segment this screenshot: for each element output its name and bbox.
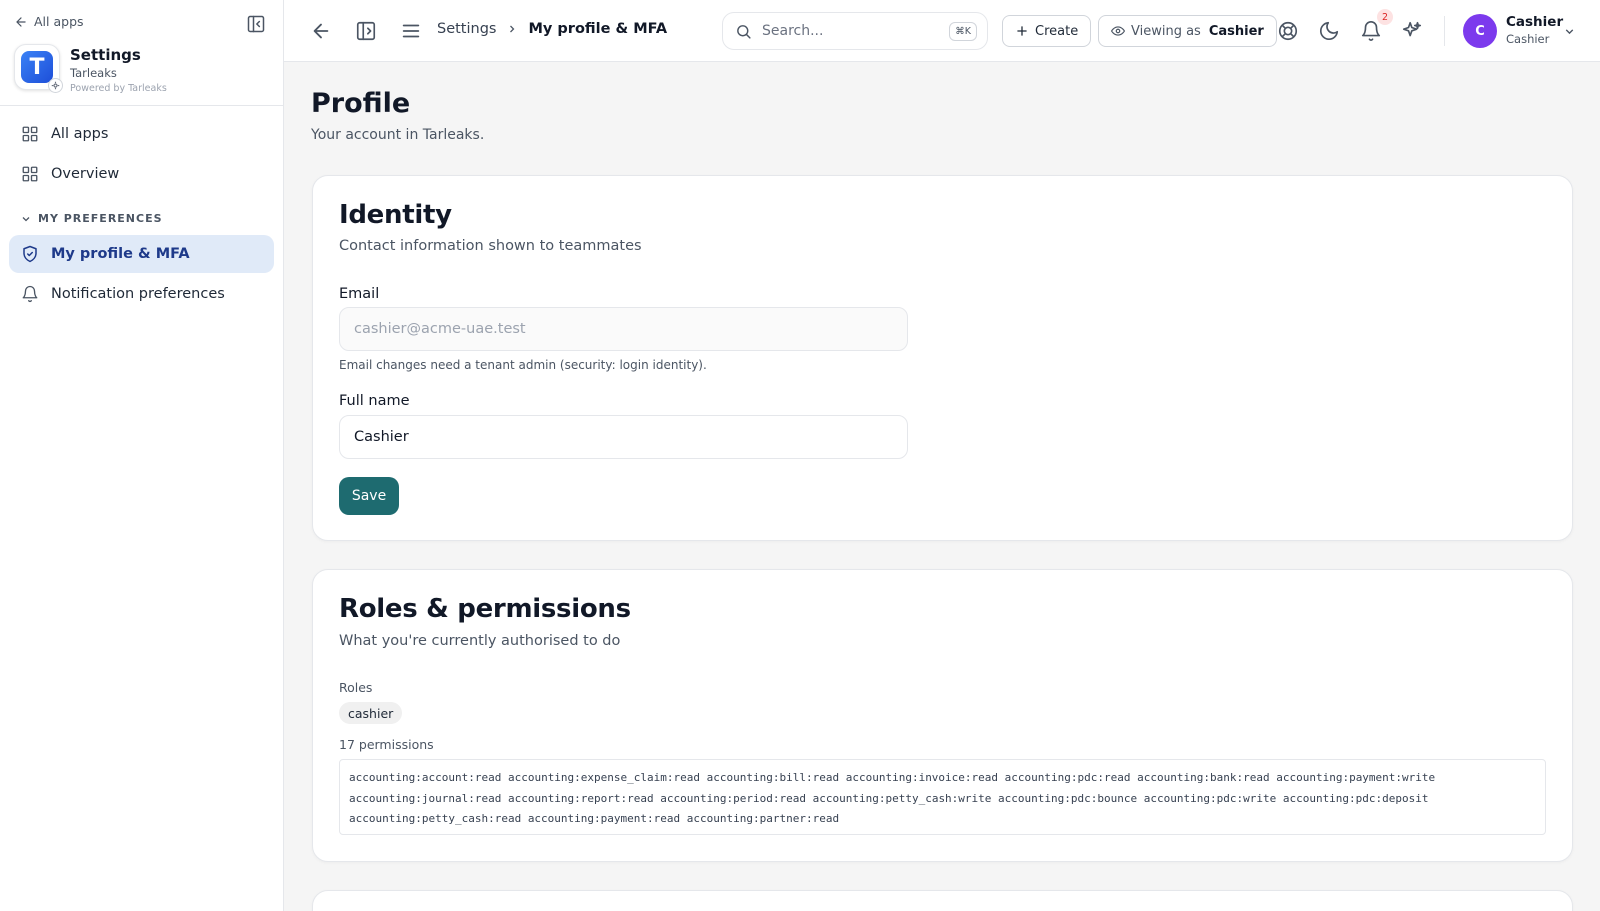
role-chip: cashier [339, 702, 403, 724]
bell-icon [22, 285, 38, 303]
sidebar-section-label: MY PREFERENCES [38, 212, 163, 225]
email-label: Email [339, 286, 380, 302]
roles-permissions-title: Roles & permissions [339, 594, 631, 624]
chevron-right-icon [510, 25, 515, 33]
permission-item: accounting:period:read [660, 791, 806, 805]
search-input[interactable] [762, 23, 932, 39]
permission-item: accounting:payment:write [1276, 771, 1436, 784]
app-org: Tarleaks [70, 66, 117, 80]
breadcrumb-settings[interactable]: Settings [437, 21, 496, 37]
user-name[interactable]: Cashier [1506, 14, 1563, 30]
permission-item: accounting:bank:read [1137, 771, 1270, 784]
permissions-count: 17 permissions [339, 737, 434, 752]
app-powered-by: Powered by Tarleaks [70, 83, 167, 94]
app-identity: T Settings Tarleaks Powered by Tarleaks [14, 44, 167, 94]
shield-check-icon [23, 245, 37, 263]
permission-item: accounting:report:read [507, 791, 654, 805]
sidebar-item-my-profile-mfa[interactable]: My profile & MFA [9, 235, 274, 273]
notification-count-badge: 2 [1377, 9, 1393, 25]
page-title: Profile [311, 88, 411, 119]
sidebar-divider [0, 105, 284, 106]
full-name-field[interactable] [339, 415, 908, 459]
sidebar-item-label: My profile & MFA [51, 246, 190, 262]
identity-card: Identity Contact information shown to te… [312, 175, 1573, 541]
help-lifebuoy-icon[interactable] [1277, 20, 1299, 42]
breadcrumb: Settings My profile & MFA [437, 21, 667, 37]
plus-icon [1017, 26, 1027, 36]
email-field[interactable] [339, 307, 908, 351]
viewing-as-button[interactable]: Viewing as Cashier [1098, 15, 1277, 47]
grid-icon [22, 166, 38, 182]
create-button[interactable]: Create [1002, 15, 1092, 47]
permission-item: accounting:pdc:bounce [998, 791, 1138, 805]
save-button[interactable]: Save [339, 477, 399, 515]
permission-item: accounting:partner:read [686, 812, 840, 825]
search-shortcut: ⌘K [949, 21, 977, 41]
search-icon [737, 24, 751, 39]
sidebar-item-overview[interactable]: Overview [9, 155, 274, 193]
sidebar-section-my-preferences[interactable]: MY PREFERENCES [20, 212, 163, 225]
arrow-left-icon [16, 16, 26, 27]
topbar-divider [1444, 16, 1445, 46]
permissions-list: accounting:account:read accounting:expen… [339, 759, 1546, 835]
ai-sparkles-icon[interactable] [1401, 20, 1423, 42]
chevron-down-icon [22, 216, 30, 221]
dark-mode-moon-icon[interactable] [1318, 20, 1340, 42]
permission-item: accounting:pdc:write [1143, 791, 1277, 805]
sidebar-item-label: All apps [51, 126, 109, 142]
grid-icon [22, 126, 38, 142]
permission-item: accounting:petty_cash:read [349, 812, 522, 825]
permission-item: accounting:invoice:read [845, 771, 999, 784]
viewing-as-label: Viewing as [1131, 23, 1201, 39]
back-arrow-icon[interactable] [310, 20, 332, 42]
permission-item: accounting:pdc:deposit [1282, 791, 1429, 805]
chevron-down-icon[interactable] [1563, 25, 1576, 38]
settings-badge-icon [48, 78, 63, 93]
search-box[interactable]: ⌘K [722, 12, 988, 50]
create-button-label: Create [1035, 23, 1079, 39]
permission-item: accounting:payment:read [527, 812, 681, 825]
permission-item: accounting:bill:read [706, 771, 840, 784]
permission-item: accounting:petty_cash:write [812, 791, 992, 805]
sidebar: All apps T Settings Tarleaks Powered by … [0, 0, 284, 911]
menu-icon[interactable] [400, 20, 422, 42]
sidebar-item-label: Overview [51, 166, 120, 182]
all-apps-back-label: All apps [34, 14, 84, 29]
panel-toggle-icon[interactable] [355, 20, 377, 42]
eye-icon [1111, 26, 1125, 36]
email-hint: Email changes need a tenant admin (secur… [339, 358, 707, 372]
app-name: Settings [70, 46, 141, 64]
next-card [312, 890, 1573, 911]
top-bar: Settings My profile & MFA ⌘K Create View… [284, 0, 1600, 62]
viewing-as-role: Cashier [1208, 23, 1264, 39]
app-logo-letter: T [21, 51, 53, 83]
breadcrumb-current: My profile & MFA [528, 21, 668, 37]
permission-item: accounting:account:read [349, 771, 502, 784]
notifications-bell-icon[interactable] [1360, 20, 1382, 42]
roles-permissions-card: Roles & permissions What you're currentl… [312, 569, 1573, 862]
full-name-label: Full name [339, 393, 410, 409]
all-apps-back-link[interactable]: All apps [14, 14, 84, 29]
permission-item: accounting:pdc:read [1004, 771, 1131, 784]
page-subtitle: Your account in Tarleaks. [311, 127, 485, 143]
roles-label: Roles [339, 680, 373, 695]
user-role: Cashier [1506, 32, 1550, 46]
user-avatar[interactable]: C [1463, 14, 1497, 48]
sidebar-item-label: Notification preferences [51, 286, 225, 302]
permission-item: accounting:expense_claim:read [507, 771, 701, 784]
app-logo: T [14, 44, 63, 93]
sidebar-item-notification-preferences[interactable]: Notification preferences [9, 275, 274, 313]
sidebar-item-all-apps[interactable]: All apps [9, 115, 274, 153]
permission-item: accounting:journal:read [349, 791, 502, 805]
identity-title: Identity [339, 200, 452, 230]
sidebar-collapse-icon[interactable] [246, 14, 266, 34]
roles-permissions-subtitle: What you're currently authorised to do [339, 633, 621, 649]
identity-subtitle: Contact information shown to teammates [339, 238, 642, 254]
